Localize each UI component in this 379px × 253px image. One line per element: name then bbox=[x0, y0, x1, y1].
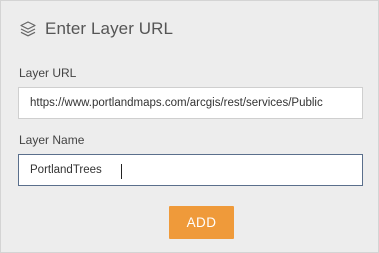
enter-layer-url-panel: Enter Layer URL Layer URL Layer Name ADD bbox=[0, 0, 379, 253]
layer-url-label: Layer URL bbox=[19, 66, 77, 80]
layer-name-label: Layer Name bbox=[19, 133, 85, 147]
panel-title: Enter Layer URL bbox=[45, 19, 174, 38]
layer-url-input[interactable] bbox=[18, 87, 363, 119]
layers-icon bbox=[19, 20, 37, 38]
text-caret bbox=[121, 164, 122, 179]
layer-name-input[interactable] bbox=[18, 154, 363, 186]
add-button[interactable]: ADD bbox=[169, 206, 234, 239]
panel-header: Enter Layer URL bbox=[19, 19, 173, 39]
